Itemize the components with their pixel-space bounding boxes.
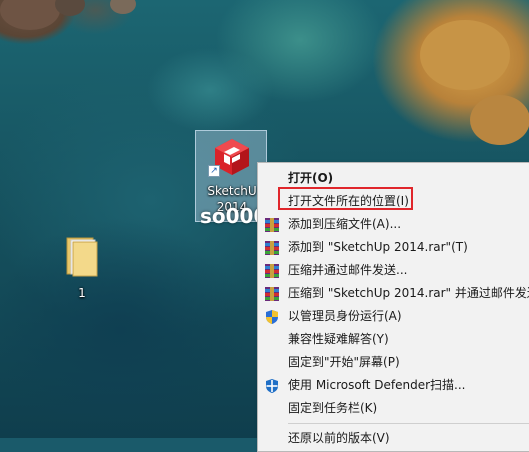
menu-item-label: 使用 Microsoft Defender扫描...: [288, 378, 466, 392]
winrar-icon: [265, 287, 279, 301]
menu-item-defender-scan[interactable]: 使用 Microsoft Defender扫描...: [258, 374, 529, 397]
menu-item-label: 兼容性疑难解答(Y): [288, 332, 389, 346]
label-line-1: SketchU: [207, 184, 257, 198]
rock: [0, 0, 60, 30]
folder-icon: [66, 237, 98, 277]
menu-item-label: 固定到"开始"屏幕(P): [288, 355, 400, 369]
menu-item-restore-previous-versions[interactable]: 还原以前的版本(V): [258, 427, 529, 450]
menu-item-label: 添加到 "SketchUp 2014.rar"(T): [288, 240, 468, 254]
menu-item-label: 压缩到 "SketchUp 2014.rar" 并通过邮件发送: [288, 286, 529, 300]
winrar-icon: [265, 264, 279, 278]
menu-item-label: 固定到任务栏(K): [288, 401, 378, 415]
rock: [470, 95, 529, 145]
menu-item-open[interactable]: 打开(O): [258, 167, 529, 190]
rock: [110, 0, 136, 14]
menu-item-label: 压缩并通过邮件发送...: [288, 263, 408, 277]
menu-separator: [288, 423, 529, 424]
defender-icon: [266, 379, 278, 393]
menu-item-compatibility-troubleshoot[interactable]: 兼容性疑难解答(Y): [258, 328, 529, 351]
menu-item-label: 以管理员身份运行(A): [288, 309, 402, 323]
menu-item-compress-and-email[interactable]: 压缩并通过邮件发送...: [258, 259, 529, 282]
folder-label: 1: [78, 286, 86, 300]
menu-item-label: 添加到压缩文件(A)...: [288, 217, 402, 231]
uac-shield-icon: [266, 310, 278, 324]
rock: [420, 20, 510, 90]
menu-item-compress-to-rar-and-email[interactable]: 压缩到 "SketchUp 2014.rar" 并通过邮件发送: [258, 282, 529, 305]
menu-item-label: 还原以前的版本(V): [288, 431, 390, 445]
menu-item-add-to-archive[interactable]: 添加到压缩文件(A)...: [258, 213, 529, 236]
winrar-icon: [265, 218, 279, 232]
context-menu: 打开(O) 打开文件所在的位置(I) 添加到压缩文件(A)... 添加到 "Sk…: [257, 162, 529, 452]
menu-item-label: 打开文件所在的位置(I): [288, 194, 409, 208]
menu-item-add-to-rar[interactable]: 添加到 "SketchUp 2014.rar"(T): [258, 236, 529, 259]
shortcut-arrow-icon: ↗: [208, 165, 220, 177]
menu-item-label: 打开(O): [288, 171, 334, 185]
menu-item-pin-to-taskbar[interactable]: 固定到任务栏(K): [258, 397, 529, 420]
menu-item-pin-to-start[interactable]: 固定到"开始"屏幕(P): [258, 351, 529, 374]
menu-item-run-as-admin[interactable]: 以管理员身份运行(A): [258, 305, 529, 328]
winrar-icon: [265, 241, 279, 255]
folder-desktop-icon[interactable]: 1: [52, 236, 112, 306]
menu-item-open-file-location[interactable]: 打开文件所在的位置(I): [258, 190, 529, 213]
